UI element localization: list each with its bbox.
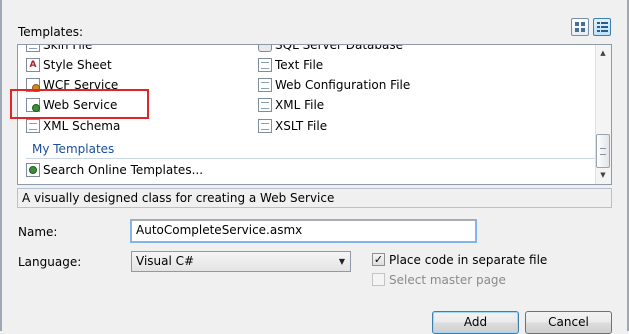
template-item-xml-schema[interactable]: XML Schema [26,117,120,135]
language-label: Language: [18,255,82,269]
style-sheet-icon: A [26,58,40,72]
template-item-search-online[interactable]: Search Online Templates... [26,161,203,179]
list-view-icon [597,22,608,32]
place-code-separate-label: Place code in separate file [389,253,548,267]
my-templates-header: My Templates [32,142,115,156]
skin-file-icon [26,45,40,52]
select-master-page-label: Select master page [389,273,506,287]
select-master-page-checkbox[interactable] [372,273,385,286]
xslt-file-icon [258,119,272,133]
grid-view-icon [575,22,585,32]
chevron-down-icon: ▼ [338,257,346,266]
templates-label: Templates: [18,25,84,39]
database-icon [258,45,272,52]
template-item-text-file[interactable]: Text File [258,56,323,74]
template-item-xml-file[interactable]: XML File [258,96,324,114]
template-item-skin-file[interactable]: Skin File [26,45,92,54]
language-select[interactable]: Visual C# ▼ [131,251,351,272]
search-online-icon [26,163,40,177]
language-selected-value: Visual C# [136,254,195,268]
small-icons-view-button[interactable] [593,18,611,36]
annotation-highlight-box [10,89,149,119]
template-item-web-configuration-file[interactable]: Web Configuration File [258,76,410,94]
xml-file-icon [258,98,272,112]
window-frame-left [0,0,2,331]
large-icons-view-button[interactable] [571,18,589,36]
text-file-icon [258,58,272,72]
xml-schema-icon [26,119,40,133]
scroll-thumb[interactable] [596,134,610,168]
scroll-down-icon[interactable]: ▼ [596,168,610,182]
template-description: A visually designed class for creating a… [17,188,612,208]
name-label: Name: [18,225,58,239]
template-item-sql-server-database[interactable]: SQL Server Database [258,45,403,54]
place-code-separate-checkbox[interactable]: ✓ [372,253,385,266]
scroll-up-icon[interactable]: ▲ [596,46,610,60]
template-item-style-sheet[interactable]: A Style Sheet [26,56,112,74]
web-config-icon [258,78,272,92]
template-item-xslt-file[interactable]: XSLT File [258,117,327,135]
section-divider [26,158,596,159]
name-input[interactable]: AutoCompleteService.asmx [130,219,477,243]
